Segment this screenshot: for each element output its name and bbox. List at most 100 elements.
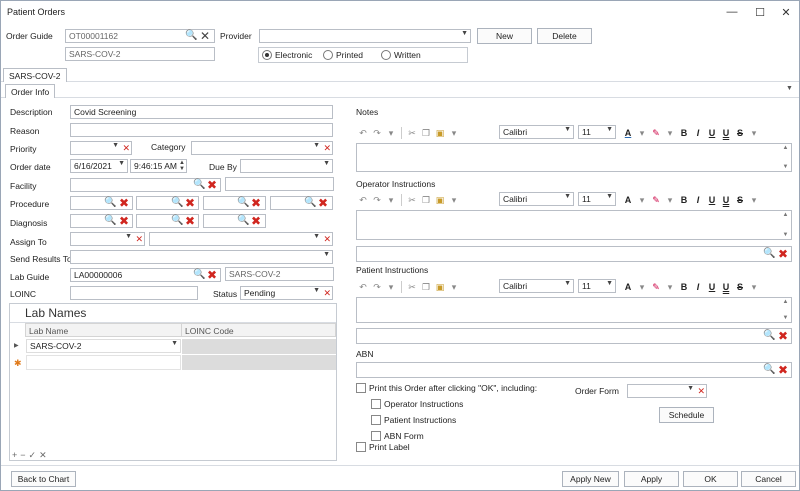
- print-label-checkbox[interactable]: [356, 442, 366, 452]
- undo-icon[interactable]: ↶: [356, 195, 370, 206]
- strikethrough-icon[interactable]: S: [733, 195, 747, 205]
- patient-instructions-editor[interactable]: ▲ ▼: [356, 297, 792, 323]
- priority-clear-icon[interactable]: ✕: [122, 143, 130, 153]
- patient-instructions-checkbox[interactable]: [371, 415, 381, 425]
- patient-size-combo[interactable]: 11 ▼: [578, 279, 616, 293]
- scroll-down-icon[interactable]: ▼: [781, 164, 790, 170]
- undo-icon[interactable]: ↶: [356, 128, 370, 139]
- order-form-combo[interactable]: ▼ ✕: [627, 384, 707, 398]
- back-to-chart-button[interactable]: Back to Chart: [11, 471, 76, 487]
- apply-new-button[interactable]: Apply New: [562, 471, 619, 487]
- confirm-row-icon[interactable]: ✓: [29, 450, 40, 460]
- patient-font-combo[interactable]: Calibri ▼: [499, 279, 574, 293]
- col-lab-name[interactable]: Lab Name: [25, 323, 182, 337]
- electronic-radio[interactable]: [262, 50, 272, 60]
- category-clear-icon[interactable]: ✕: [323, 143, 331, 153]
- assign-to-clear-icon[interactable]: ✕: [135, 234, 143, 244]
- schedule-button[interactable]: Schedule: [659, 407, 714, 423]
- copy-icon[interactable]: ❐: [419, 282, 433, 293]
- status-combo[interactable]: Pending ▼ ✕: [240, 286, 333, 300]
- diagnosis-3-clear-icon[interactable]: ✖: [251, 215, 261, 227]
- operator-size-combo[interactable]: 11 ▼: [578, 192, 616, 206]
- abn-lookup[interactable]: [356, 362, 792, 378]
- double-underline-icon[interactable]: U: [719, 195, 733, 205]
- abn-clear-icon[interactable]: ✖: [778, 364, 788, 376]
- paste-icon[interactable]: ▣: [433, 195, 447, 206]
- lab-guide-search-icon[interactable]: 🔍: [193, 270, 205, 280]
- delete-button[interactable]: Delete: [537, 28, 592, 44]
- notes-editor[interactable]: ▲ ▼: [356, 143, 792, 172]
- minimize-icon[interactable]: —: [721, 4, 743, 20]
- notes-size-combo[interactable]: 11 ▼: [578, 125, 616, 139]
- cut-icon[interactable]: ✂: [405, 282, 419, 293]
- tab-sars-cov-2[interactable]: SARS-COV-2: [3, 68, 67, 82]
- cut-icon[interactable]: ✂: [405, 195, 419, 206]
- scroll-down-icon[interactable]: ▼: [781, 232, 790, 238]
- italic-icon[interactable]: I: [691, 195, 705, 205]
- print-order-checkbox[interactable]: [356, 383, 366, 393]
- chevron-down-icon[interactable]: ▾: [635, 195, 649, 206]
- procedure-2-clear-icon[interactable]: ✖: [185, 197, 195, 209]
- underline-icon[interactable]: U: [705, 282, 719, 292]
- procedure-3-clear-icon[interactable]: ✖: [251, 197, 261, 209]
- diagnosis-3-search-icon[interactable]: 🔍: [237, 216, 249, 226]
- font-color-icon[interactable]: A: [621, 128, 635, 138]
- procedure-1-search-icon[interactable]: 🔍: [104, 198, 116, 208]
- patient-search-icon[interactable]: 🔍: [763, 331, 775, 341]
- chevron-down-icon[interactable]: ▾: [447, 282, 461, 293]
- chevron-down-icon[interactable]: ▾: [663, 195, 677, 206]
- operator-instructions-editor[interactable]: ▲ ▼: [356, 210, 792, 240]
- col-loinc-code[interactable]: LOINC Code: [181, 323, 336, 337]
- scroll-up-icon[interactable]: ▲: [781, 299, 790, 305]
- chevron-down-icon[interactable]: ▾: [635, 282, 649, 293]
- remove-row-icon[interactable]: −: [20, 450, 28, 460]
- double-underline-icon[interactable]: U: [719, 128, 733, 138]
- bold-icon[interactable]: B: [677, 128, 691, 138]
- lab-guide-clear-icon[interactable]: ✖: [207, 269, 217, 281]
- order-guide-search-icon[interactable]: 🔍: [185, 31, 197, 41]
- underline-icon[interactable]: U: [705, 195, 719, 205]
- paste-icon[interactable]: ▣: [433, 282, 447, 293]
- cancel-row-icon[interactable]: ✕: [39, 450, 50, 460]
- redo-icon[interactable]: ↷: [370, 128, 384, 139]
- chevron-down-icon[interactable]: ▾: [635, 128, 649, 139]
- notes-font-combo[interactable]: Calibri ▼: [499, 125, 574, 139]
- copy-icon[interactable]: ❐: [419, 128, 433, 139]
- procedure-3-search-icon[interactable]: 🔍: [237, 198, 249, 208]
- scroll-down-icon[interactable]: ▼: [781, 315, 790, 321]
- procedure-1-clear-icon[interactable]: ✖: [119, 197, 129, 209]
- close-icon[interactable]: ✕: [775, 4, 797, 20]
- chevron-down-icon[interactable]: ▾: [663, 282, 677, 293]
- assign-to-combo[interactable]: ▼ ✕: [70, 232, 145, 246]
- patient-clear-icon[interactable]: ✖: [778, 330, 788, 342]
- highlight-icon[interactable]: ✎: [649, 128, 663, 139]
- font-color-icon[interactable]: A: [621, 282, 635, 292]
- new-row[interactable]: [26, 355, 181, 370]
- operator-instructions-lookup[interactable]: [356, 246, 792, 262]
- apply-button[interactable]: Apply: [624, 471, 679, 487]
- order-time-field[interactable]: 9:46:15 AM ▲ ▼: [130, 159, 187, 173]
- highlight-icon[interactable]: ✎: [649, 282, 663, 293]
- facility-clear-icon[interactable]: ✖: [207, 179, 217, 191]
- undo-icon[interactable]: ↶: [356, 282, 370, 293]
- loinc-field[interactable]: [70, 286, 198, 300]
- priority-combo[interactable]: ▼ ✕: [70, 141, 132, 155]
- operator-search-icon[interactable]: 🔍: [763, 249, 775, 259]
- cut-icon[interactable]: ✂: [405, 128, 419, 139]
- operator-clear-icon[interactable]: ✖: [778, 248, 788, 260]
- diagnosis-1-clear-icon[interactable]: ✖: [119, 215, 129, 227]
- provider-combo[interactable]: ▼: [259, 29, 471, 43]
- italic-icon[interactable]: I: [691, 282, 705, 292]
- strikethrough-icon[interactable]: S: [733, 282, 747, 292]
- spin-icon[interactable]: ▲ ▼: [179, 160, 185, 172]
- chevron-down-icon[interactable]: ▾: [447, 128, 461, 139]
- diagnosis-1-search-icon[interactable]: 🔍: [104, 216, 116, 226]
- bold-icon[interactable]: B: [677, 195, 691, 205]
- written-radio[interactable]: [381, 50, 391, 60]
- chevron-down-icon[interactable]: ▾: [384, 282, 398, 293]
- due-by-field[interactable]: ▼: [240, 159, 333, 173]
- redo-icon[interactable]: ↷: [370, 282, 384, 293]
- chevron-down-icon[interactable]: ▾: [747, 282, 761, 293]
- redo-icon[interactable]: ↷: [370, 195, 384, 206]
- highlight-icon[interactable]: ✎: [649, 195, 663, 206]
